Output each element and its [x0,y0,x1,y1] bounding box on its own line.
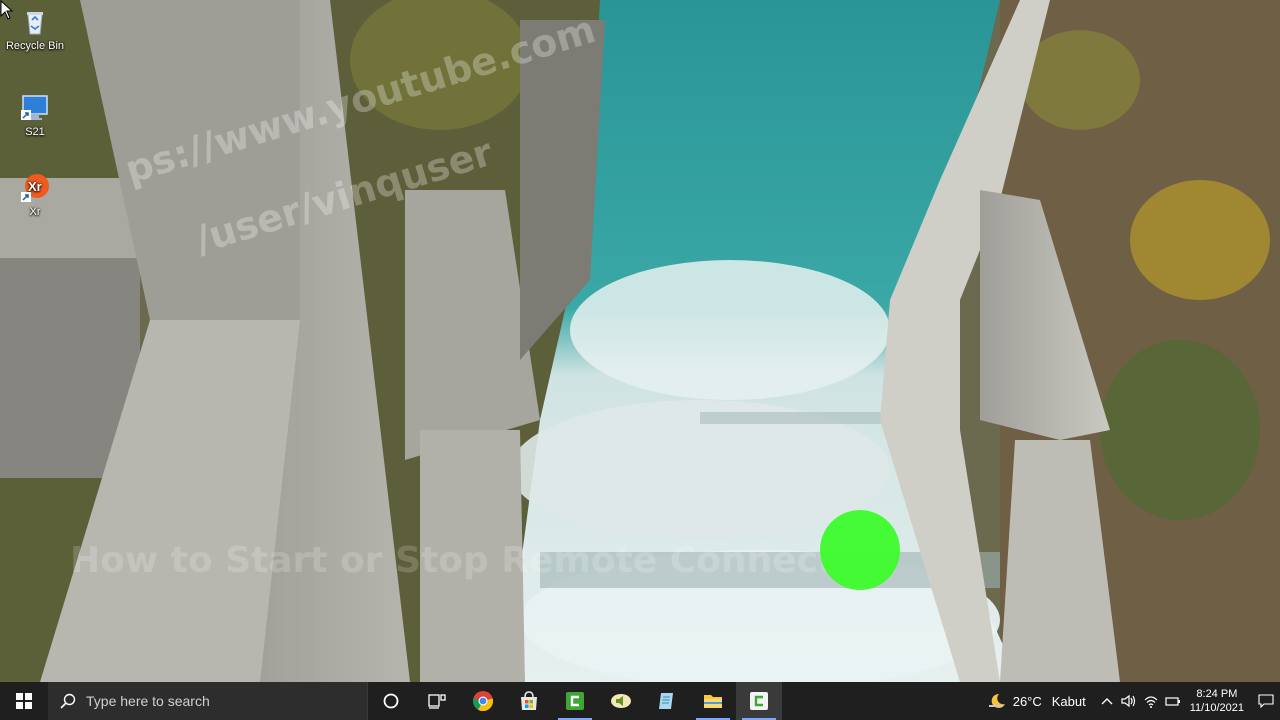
watermark-text-line-3: How to Start or Stop Remote Connection [70,540,898,581]
action-center-button[interactable] [1252,682,1280,720]
store-icon [521,691,537,710]
weather-temperature: 26°C [1012,693,1042,709]
taskbar-app-audio[interactable] [598,682,644,720]
monitor-shortcut-icon [21,95,48,120]
taskbar: Type here to search 26°C Kabut 8:24 PM 1… [0,682,1280,720]
recycle-bin-icon [27,12,43,35]
task-view-button[interactable] [414,682,460,720]
battery-plug-icon [1165,697,1180,706]
system-tray: 26°C Kabut 8:24 PM 11/10/2021 [987,682,1280,720]
wifi-icon [1144,696,1158,708]
desktop-wallpaper: ps://www.youtube.com /user/vinquser How … [0,0,1280,682]
weather-moon-icon [988,693,1005,708]
speaker-app-icon [611,694,631,708]
search-icon [60,693,76,709]
speaker-volume-icon [1121,694,1135,708]
notification-icon [1258,694,1274,708]
network-button[interactable] [1140,682,1162,720]
desktop-icon-label: Recycle Bin [5,40,65,52]
desktop-icon-s21[interactable]: S21 [0,92,70,138]
chrome-icon [472,691,494,712]
taskbar-app-camtasia-recorder[interactable] [736,682,782,720]
volume-button[interactable] [1118,682,1140,720]
cortana-circle-icon [383,693,399,709]
clock-time: 8:24 PM [1196,688,1238,700]
desktop-icon-xr[interactable]: Xr Xr [0,172,70,218]
taskbar-app-store[interactable] [506,682,552,720]
taskbar-app-chrome[interactable] [460,682,506,720]
weather-widget[interactable]: 26°C Kabut [987,692,1086,710]
camtasia-white-icon [750,692,768,710]
clock-date: 11/10/2021 [1189,702,1244,714]
desktop-icon-label: S21 [25,126,45,138]
taskbar-search-box[interactable]: Type here to search [48,682,368,720]
taskbar-clock[interactable]: 8:24 PM 11/10/2021 [1190,687,1244,715]
show-hidden-icons-button[interactable] [1096,682,1118,720]
desktop-icon-label: Xr [29,206,41,218]
taskbar-app-notepad[interactable] [644,682,690,720]
taskbar-app-explorer[interactable] [690,682,736,720]
battery-button[interactable] [1162,682,1184,720]
desktop-icon-recycle-bin[interactable]: Recycle Bin [0,6,70,52]
weather-condition: Kabut [1051,693,1086,709]
task-view-icon [428,694,446,709]
camtasia-green-icon [566,692,584,710]
notepad-icon [659,693,673,709]
windows-logo-icon [16,693,32,709]
folder-icon [704,695,722,708]
xr-app-icon: Xr [21,174,49,202]
chevron-up-icon [1101,698,1113,705]
cortana-button[interactable] [368,682,414,720]
taskbar-app-camtasia[interactable] [552,682,598,720]
search-placeholder: Type here to search [86,693,210,709]
cursor-click-highlight [820,510,900,590]
start-button[interactable] [0,682,48,720]
svg-text:Xr: Xr [28,179,42,194]
